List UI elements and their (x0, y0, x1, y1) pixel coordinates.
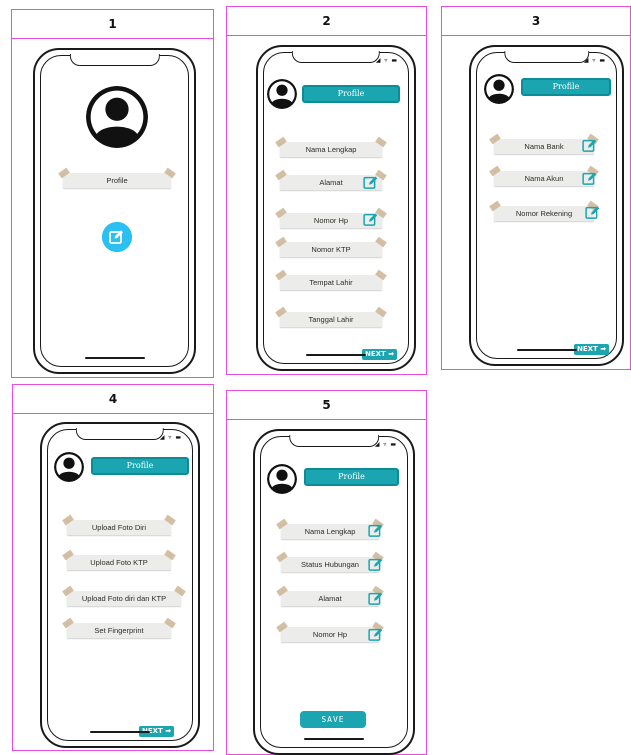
panel-2-number: 2 (226, 6, 427, 36)
field-label: Upload Foto KTP (90, 558, 148, 567)
edit-icon[interactable] (368, 591, 383, 606)
phone-screen: ◢ ▿ ▬ Profile Nama Bank Nama Akun Nomor … (476, 51, 617, 359)
edit-icon[interactable] (102, 222, 132, 252)
phone-screen: ◢ ▿ ▬ Profile Nama Lengkap Alamat Nomor … (263, 51, 409, 364)
field-tanggal-lahir[interactable]: Tanggal Lahir (280, 312, 382, 327)
phone-notch (289, 435, 379, 447)
field-label: Nomor Hp (313, 216, 349, 225)
panel-4: ◢ ▿ ▬ Profile Upload Foto Diri Upload Fo… (12, 413, 214, 751)
edit-icon[interactable] (368, 523, 383, 538)
field-label: Status Hubungan (301, 560, 359, 569)
status-icons: ◢ ▿ ▬ (374, 441, 397, 448)
upload-foto-ktp-button[interactable]: Upload Foto KTP (67, 555, 171, 570)
avatar-icon[interactable] (267, 79, 297, 109)
field-nama-lengkap[interactable]: Nama Lengkap (281, 524, 379, 539)
panel-1-number: 1 (11, 9, 214, 39)
edit-icon[interactable] (368, 557, 383, 572)
phone-notch (291, 51, 381, 63)
panel-5-number: 5 (226, 390, 427, 420)
panel-3-number: 3 (441, 6, 631, 36)
avatar-icon[interactable] (86, 86, 148, 148)
status-icons: ◢ ▿ ▬ (583, 57, 606, 64)
profile-header: Profile (521, 78, 611, 96)
save-button[interactable]: SAVE (300, 711, 366, 728)
field-label: Nama Lengkap (305, 145, 357, 154)
field-label: Upload Foto diri dan KTP (81, 594, 167, 603)
field-tempat-lahir[interactable]: Tempat Lahir (280, 275, 382, 290)
edit-icon[interactable] (363, 175, 378, 190)
field-label: Nama Lengkap (304, 527, 356, 536)
field-label: Upload Foto Diri (91, 523, 147, 532)
field-nomor-ktp[interactable]: Nomor KTP (280, 242, 382, 257)
set-fingerprint-button[interactable]: Set Fingerprint (67, 623, 171, 638)
panel-5: ◢ ▿ ▬ Profile Nama Lengkap Status Hubung… (226, 419, 427, 755)
panel-1: Profile (11, 38, 214, 378)
edit-icon[interactable] (363, 212, 378, 227)
avatar-icon[interactable] (54, 452, 84, 482)
edit-icon[interactable] (582, 138, 597, 153)
profile-header: Profile (304, 468, 399, 486)
field-nomor-rekening[interactable]: Nomor Rekening (494, 206, 594, 221)
home-indicator (306, 353, 366, 356)
field-nomor-hp[interactable]: Nomor Hp (281, 627, 379, 642)
phone-frame: ◢ ▿ ▬ Profile Nama Bank Nama Akun Nomor … (469, 45, 624, 366)
avatar-icon[interactable] (267, 464, 297, 494)
panel-3: ◢ ▿ ▬ Profile Nama Bank Nama Akun Nomor … (441, 35, 631, 370)
phone-frame: ◢ ▿ ▬ Profile Nama Lengkap Status Hubung… (253, 429, 415, 755)
field-label: Nama Akun (524, 174, 564, 183)
field-nama-akun[interactable]: Nama Akun (494, 171, 594, 186)
phone-screen: ◢ ▿ ▬ Profile Nama Lengkap Status Hubung… (260, 435, 408, 748)
field-label: Nomor Rekening (515, 209, 573, 218)
phone-notch (75, 428, 165, 440)
field-label: Alamat (318, 594, 342, 603)
upload-foto-diri-ktp-button[interactable]: Upload Foto diri dan KTP (67, 591, 181, 606)
phone-notch (69, 54, 160, 66)
field-nama-lengkap[interactable]: Nama Lengkap (280, 142, 382, 157)
phone-frame: ◢ ▿ ▬ Profile Upload Foto Diri Upload Fo… (40, 422, 200, 748)
status-icons: ◢ ▿ ▬ (159, 434, 182, 441)
field-status-hubungan[interactable]: Status Hubungan (281, 557, 379, 572)
home-indicator (304, 737, 364, 740)
next-button[interactable]: NEXT ➡ (362, 349, 398, 360)
profile-header: Profile (91, 457, 189, 475)
home-indicator (516, 348, 577, 351)
next-button[interactable]: NEXT ➡ (574, 344, 610, 355)
profile-menu-item[interactable]: Profile (63, 173, 171, 188)
phone-frame: Profile (33, 48, 196, 374)
profile-header: Profile (302, 85, 400, 103)
panel-2: ◢ ▿ ▬ Profile Nama Lengkap Alamat Nomor … (226, 35, 427, 375)
avatar-icon[interactable] (484, 74, 514, 104)
field-label: Nama Bank (524, 142, 564, 151)
phone-screen: Profile (40, 54, 189, 367)
field-label: Alamat (319, 178, 343, 187)
field-label: Tempat Lahir (309, 278, 353, 287)
phone-notch (503, 51, 590, 63)
edit-icon[interactable] (368, 627, 383, 642)
field-label: Set Fingerprint (94, 626, 144, 635)
panel-4-number: 4 (12, 384, 214, 414)
edit-icon[interactable] (582, 171, 597, 186)
home-indicator (90, 730, 150, 733)
profile-label: Profile (106, 176, 128, 185)
field-nama-bank[interactable]: Nama Bank (494, 139, 594, 154)
field-label: Tanggal Lahir (308, 315, 354, 324)
upload-foto-diri-button[interactable]: Upload Foto Diri (67, 520, 171, 535)
edit-icon[interactable] (585, 205, 600, 220)
field-alamat[interactable]: Alamat (281, 591, 379, 606)
home-indicator (84, 356, 145, 359)
phone-frame: ◢ ▿ ▬ Profile Nama Lengkap Alamat Nomor … (256, 45, 416, 371)
field-label: Nomor Hp (312, 630, 348, 639)
status-icons: ◢ ▿ ▬ (375, 57, 398, 64)
field-label: Nomor KTP (311, 245, 351, 254)
phone-screen: ◢ ▿ ▬ Profile Upload Foto Diri Upload Fo… (47, 428, 193, 741)
